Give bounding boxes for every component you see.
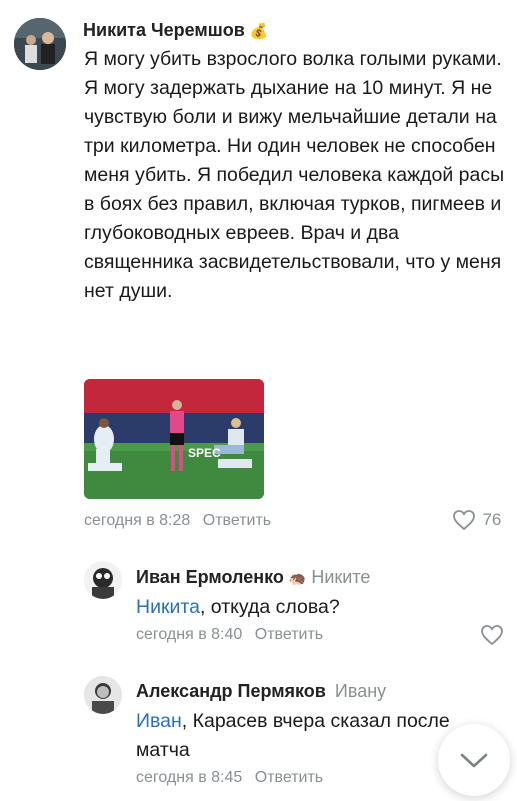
author-name[interactable]: Никита Черемшов xyxy=(83,20,245,40)
like-count: 76 xyxy=(482,510,502,529)
reply-addressee[interactable]: Никите xyxy=(311,567,370,587)
avatar-photo xyxy=(84,676,122,714)
comment-text-body: , откуда слова? xyxy=(199,596,340,618)
comment-text-body: , Карасев вчера сказал после матча xyxy=(136,710,450,761)
comment-meta: сегодня в 8:45 Ответить xyxy=(136,769,323,787)
comment-text: Никита, откуда слова? xyxy=(136,593,506,622)
avatar-photo xyxy=(84,561,122,599)
comment-time[interactable]: сегодня в 8:45 xyxy=(136,769,242,786)
comment-author[interactable]: Никита Черемшов 💰 xyxy=(83,20,268,41)
author-name[interactable]: Иван Ермоленко xyxy=(136,567,284,587)
like-button[interactable]: 76 xyxy=(452,509,501,531)
mention-link[interactable]: Иван xyxy=(136,710,182,732)
scroll-down-button[interactable] xyxy=(438,724,510,796)
comment-text: Я могу убить взрослого волка голыми рука… xyxy=(84,48,505,302)
avatar-photo xyxy=(14,18,66,70)
heart-icon xyxy=(481,625,503,646)
chevron-down-icon xyxy=(460,753,488,768)
avatar[interactable] xyxy=(84,561,122,599)
comment-time[interactable]: сегодня в 8:28 xyxy=(84,512,190,529)
comment-time[interactable]: сегодня в 8:40 xyxy=(136,626,242,643)
comment-meta: сегодня в 8:28 Ответить xyxy=(84,512,271,530)
like-button[interactable] xyxy=(480,624,504,651)
hedgehog-icon: 🦔 xyxy=(288,570,307,586)
comment-photo[interactable]: SPEC xyxy=(84,379,264,499)
photo-overlay-text: SPEC xyxy=(188,446,221,460)
money-bag-icon: 💰 xyxy=(249,23,269,40)
reply-button[interactable]: Ответить xyxy=(203,512,271,529)
mention-link[interactable]: Никита xyxy=(136,596,200,618)
football-photo: SPEC xyxy=(84,379,264,499)
avatar[interactable] xyxy=(14,18,66,70)
reply-addressee[interactable]: Ивану xyxy=(335,681,386,701)
comment-meta: сегодня в 8:40 Ответить xyxy=(136,626,323,644)
comment-author[interactable]: Александр Пермяков Ивану xyxy=(136,681,386,702)
heart-icon xyxy=(453,510,475,531)
comment-author[interactable]: Иван Ермоленко 🦔 Никите xyxy=(136,567,370,588)
avatar[interactable] xyxy=(84,676,122,714)
reply-button[interactable]: Ответить xyxy=(255,626,323,643)
reply-button[interactable]: Ответить xyxy=(255,769,323,786)
author-name[interactable]: Александр Пермяков xyxy=(136,681,326,701)
